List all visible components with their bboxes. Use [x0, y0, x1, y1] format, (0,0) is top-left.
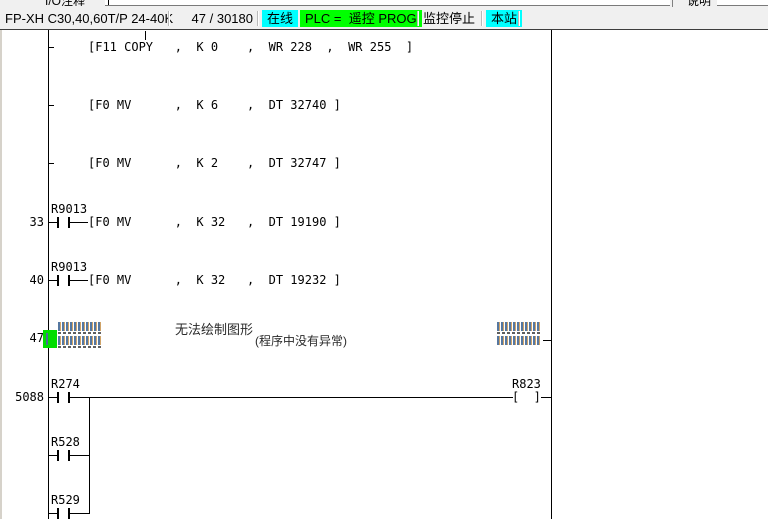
edit-caret: [145, 31, 146, 40]
undrawable-message: 无法绘制图形: [175, 319, 253, 338]
window-left-edge: [0, 30, 2, 519]
online-status-badge[interactable]: 在线: [262, 10, 298, 27]
status-separator: [417, 11, 418, 26]
plc-mode-badge[interactable]: PLC = 遥控 PROG: [300, 10, 422, 27]
rung-wire: [70, 513, 90, 514]
rung-wire: [70, 280, 88, 281]
status-separator: [168, 11, 169, 26]
comment-bar: I/O注释 说明: [0, 0, 768, 8]
rung-wire: [70, 397, 513, 398]
error-pattern-right: [497, 332, 541, 334]
status-separator: [481, 11, 482, 26]
rung-wire: [70, 455, 90, 456]
contact-bar: [57, 450, 59, 461]
description-label: 说明: [687, 0, 715, 6]
contact-label-r9013: R9013: [51, 202, 87, 216]
error-pattern-right: [497, 336, 541, 345]
step-position-indicator: 47 / 30180: [183, 8, 253, 29]
status-separator: [257, 11, 258, 26]
rung-stub: [49, 163, 54, 164]
error-pattern-left: [58, 346, 102, 348]
error-pattern-left: [58, 336, 102, 345]
step-number: 5088: [4, 390, 44, 404]
instruction-f0-mv-19232[interactable]: [F0 MV , K 32 , DT 19232 ]: [88, 273, 341, 287]
output-coil[interactable]: [ ]: [512, 390, 541, 404]
instruction-f0-mv-32747[interactable]: [F0 MV , K 2 , DT 32747 ]: [88, 156, 341, 170]
io-comment-label: I/O注释: [45, 0, 103, 6]
instruction-f0-mv-32740[interactable]: [F0 MV , K 6 , DT 32740 ]: [88, 98, 341, 112]
step-number: 47: [4, 331, 44, 345]
text-caret: [108, 0, 109, 5]
monitor-stop-indicator[interactable]: 监控停止: [423, 8, 475, 29]
comment-bar-divider: [672, 0, 673, 7]
rung-stub: [49, 47, 54, 48]
contact-bar: [57, 508, 59, 519]
rung-stub: [49, 105, 54, 106]
pattern-fragment: [46, 333, 48, 345]
plc-type-indicator: FP-XH C30,40,60T/P 24-40K: [5, 8, 173, 29]
right-power-rail: [551, 30, 552, 519]
error-pattern-right: [497, 322, 541, 331]
error-pattern-left: [58, 322, 102, 331]
step-number: 40: [4, 273, 44, 287]
rung-wire: [70, 222, 88, 223]
error-pattern-left: [58, 332, 102, 334]
contact-label-r9013: R9013: [51, 260, 87, 274]
rung-wire: [541, 397, 552, 398]
no-error-message: (程序中没有异常): [255, 332, 347, 349]
instruction-f11-copy[interactable]: [F11 COPY , K 0 , WR 228 , WR 255 ]: [88, 40, 413, 54]
step-number: 33: [4, 215, 44, 229]
coil-label-r823: R823: [512, 377, 541, 391]
contact-label-r528: R528: [51, 435, 80, 449]
edit-cursor-cell[interactable]: [43, 330, 57, 348]
instruction-f0-mv-19190[interactable]: [F0 MV , K 32 , DT 19190 ]: [88, 215, 341, 229]
io-comment-input[interactable]: [105, 0, 670, 6]
local-station-badge[interactable]: 本站: [486, 10, 522, 27]
contact-bar: [57, 392, 59, 403]
left-power-rail: [48, 30, 49, 519]
contact-bar: [57, 275, 59, 286]
status-bar: FP-XH C30,40,60T/P 24-40K 47 / 30180 在线 …: [0, 8, 768, 30]
description-input[interactable]: [717, 0, 768, 6]
rung-wire: [543, 340, 551, 341]
contact-label-r529: R529: [51, 493, 80, 507]
status-separator: [518, 11, 519, 26]
contact-label-r274: R274: [51, 377, 80, 391]
contact-bar: [57, 217, 59, 228]
